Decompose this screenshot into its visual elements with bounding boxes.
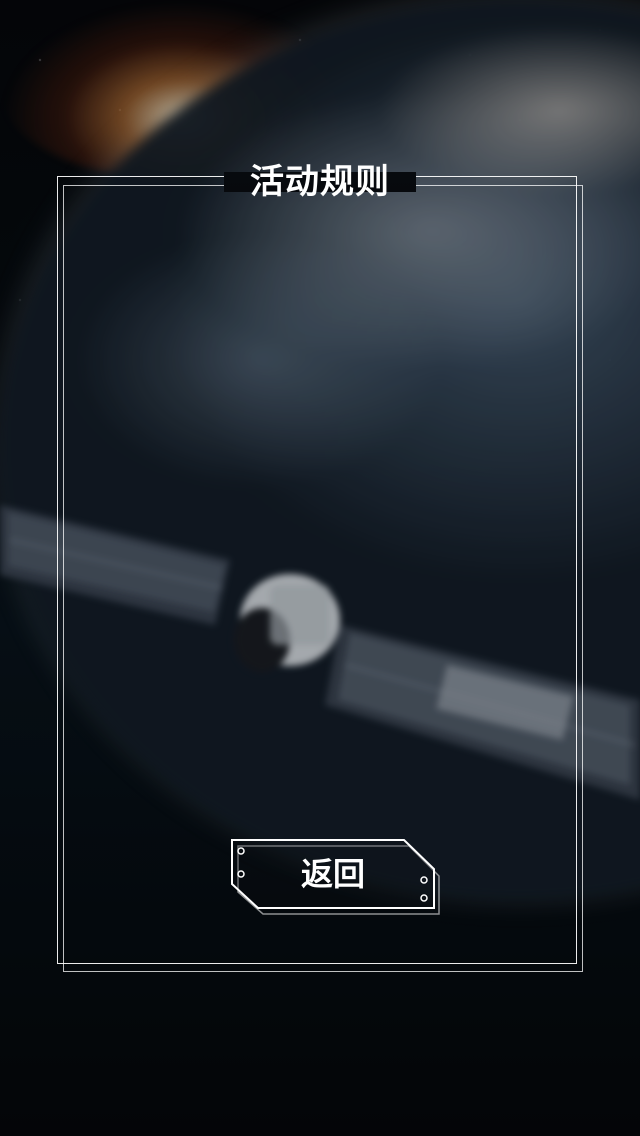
back-button[interactable]: 返回	[230, 838, 440, 916]
page-title: 活动规则	[250, 162, 390, 202]
rules-screen: 活动规则 返回	[0, 0, 640, 1136]
back-button-label: 返回	[300, 855, 365, 893]
